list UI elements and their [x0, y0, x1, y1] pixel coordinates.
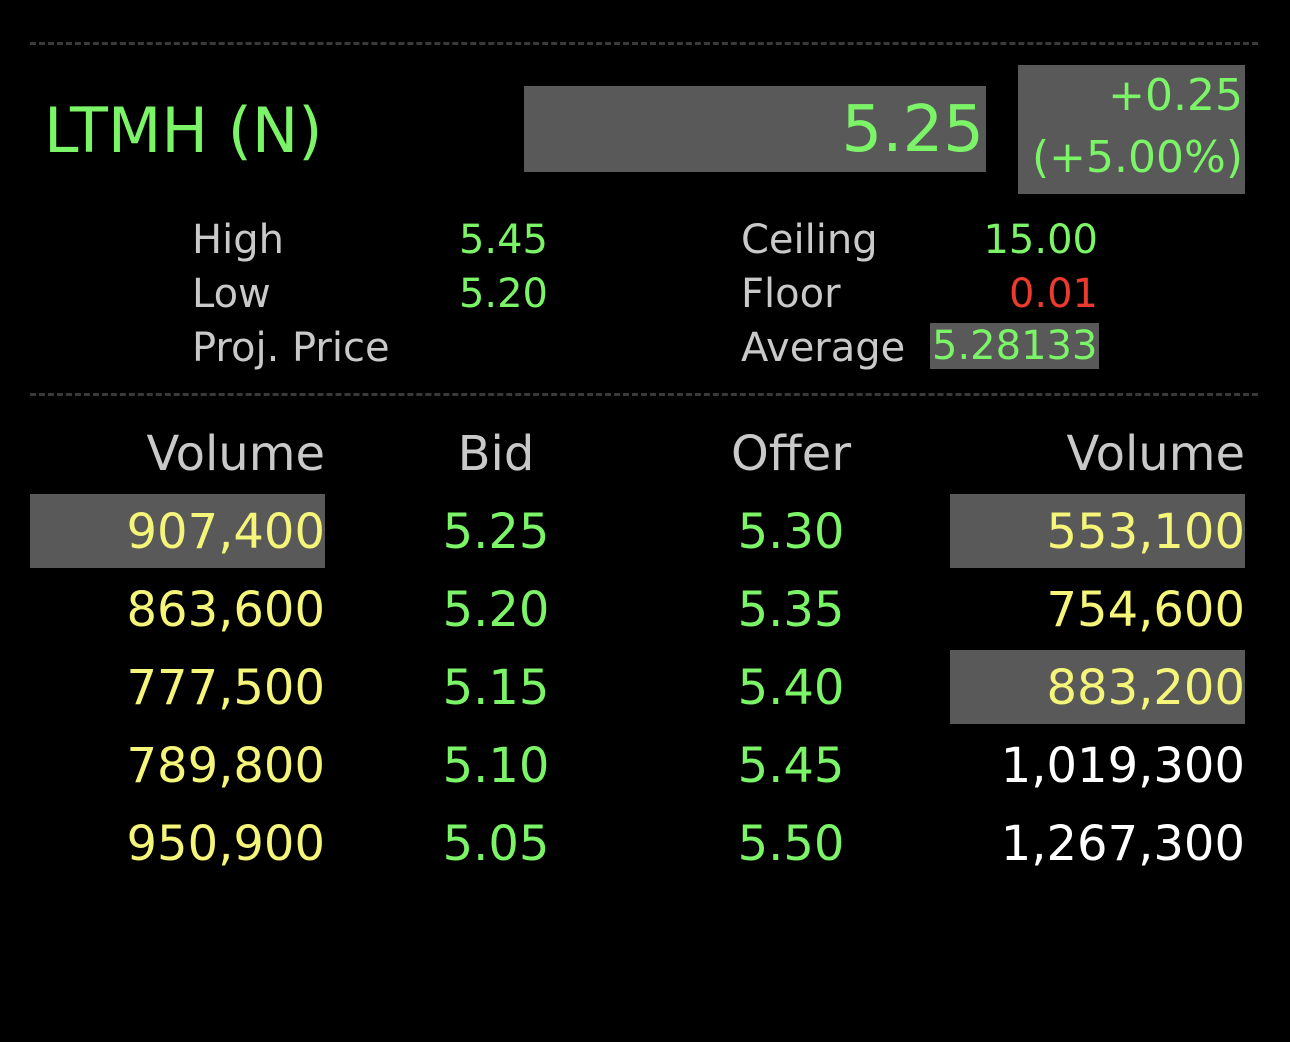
- offer-header: Offer: [730, 426, 852, 482]
- ceiling-value: 15.00: [983, 217, 1098, 263]
- low-value: 5.20: [458, 271, 548, 317]
- offer-volume-cell[interactable]: 883,200: [950, 650, 1245, 724]
- bid-price-cell[interactable]: 5.05: [396, 806, 596, 882]
- bid-volume-cell[interactable]: 789,800: [30, 728, 326, 804]
- offer-volume-cell[interactable]: 1,267,300: [950, 806, 1245, 882]
- top-divider: [30, 42, 1258, 45]
- ticker-symbol[interactable]: LTMH (N): [44, 96, 322, 166]
- low-label: Low: [192, 271, 271, 317]
- proj-price-label: Proj. Price: [192, 325, 390, 371]
- bid-volume-cell[interactable]: 863,600: [30, 572, 326, 648]
- change-value: +0.25: [1108, 70, 1243, 121]
- bid-header: Bid: [457, 426, 535, 482]
- bid-volume-cell[interactable]: 950,900: [30, 806, 326, 882]
- high-value: 5.45: [458, 217, 548, 263]
- last-price-value: 5.25: [841, 93, 985, 167]
- average-value: 5.28133: [930, 321, 1100, 373]
- floor-value: 0.01: [1008, 271, 1098, 317]
- average-value-text: 5.28133: [930, 323, 1100, 369]
- change-percent: (+5.00%): [1032, 132, 1243, 183]
- bid-volume-header: Volume: [146, 426, 325, 482]
- last-price: 5.25: [524, 86, 986, 172]
- offer-volume-cell[interactable]: 1,019,300: [950, 728, 1245, 804]
- offer-price-cell[interactable]: 5.30: [691, 494, 891, 570]
- bid-volume-cell[interactable]: 777,500: [30, 650, 326, 726]
- bid-price-cell[interactable]: 5.15: [396, 650, 596, 726]
- offer-price-cell[interactable]: 5.40: [691, 650, 891, 726]
- offer-volume-cell[interactable]: 754,600: [950, 572, 1246, 648]
- average-label: Average: [741, 325, 906, 371]
- bid-volume-cell[interactable]: 907,400: [30, 494, 325, 568]
- offer-volume-cell[interactable]: 553,100: [950, 494, 1245, 568]
- bid-price-cell[interactable]: 5.25: [396, 494, 596, 570]
- price-change: +0.25 (+5.00%): [1018, 65, 1245, 194]
- ceiling-label: Ceiling: [741, 217, 878, 263]
- floor-label: Floor: [741, 271, 841, 317]
- offer-volume-header: Volume: [1066, 426, 1245, 482]
- high-label: High: [192, 217, 284, 263]
- offer-price-cell[interactable]: 5.45: [691, 728, 891, 804]
- middle-divider: [30, 393, 1258, 396]
- offer-price-cell[interactable]: 5.35: [691, 572, 891, 648]
- bid-price-cell[interactable]: 5.10: [396, 728, 596, 804]
- offer-price-cell[interactable]: 5.50: [691, 806, 891, 882]
- bid-price-cell[interactable]: 5.20: [396, 572, 596, 648]
